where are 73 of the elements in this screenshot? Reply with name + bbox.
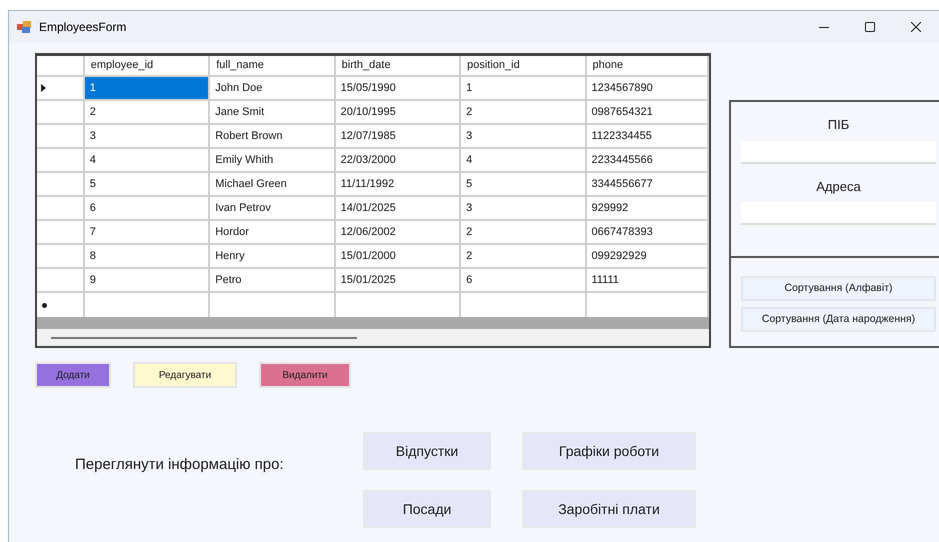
table-cell: 14/01/2025 bbox=[336, 197, 462, 219]
table-cell: 8 bbox=[84, 245, 210, 267]
table-cell: 9 bbox=[84, 269, 210, 291]
info-button[interactable]: Посади bbox=[363, 490, 491, 528]
minimize-icon bbox=[819, 26, 829, 28]
table-cell: 20/10/1995 bbox=[336, 101, 462, 123]
scrollbar-thumb[interactable] bbox=[51, 336, 357, 338]
field-label: Адреса bbox=[816, 178, 861, 196]
table-cell: 0987654321 bbox=[586, 101, 709, 123]
table-cell: 3 bbox=[461, 125, 587, 147]
table-cell: 2 bbox=[461, 101, 587, 123]
table-cell: John Doe bbox=[210, 77, 336, 99]
table-cell: 1234567890 bbox=[586, 77, 709, 99]
table-cell: 6 bbox=[84, 197, 210, 219]
table-cell: Emily Whith bbox=[210, 149, 336, 171]
sort-button[interactable]: Сортування (Алфавіт) bbox=[741, 276, 936, 301]
app-icon bbox=[17, 21, 31, 33]
table-cell: 15/05/1990 bbox=[336, 77, 462, 99]
table-cell: 11111 bbox=[586, 269, 709, 291]
table-cell: 2 bbox=[84, 101, 210, 123]
table-cell: Michael Green bbox=[210, 173, 336, 195]
table-cell: 099292929 bbox=[586, 245, 709, 267]
table-cell: 2 bbox=[461, 221, 587, 243]
table-cell: 1122334455 bbox=[586, 125, 709, 147]
table-cell: 5 bbox=[84, 173, 210, 195]
table-cell: 5 bbox=[461, 173, 587, 195]
table-cell: 12/07/1985 bbox=[336, 125, 462, 147]
column-header[interactable]: employee_id bbox=[84, 56, 210, 75]
field-label: ПІБ bbox=[828, 116, 850, 134]
table-cell: 1 bbox=[461, 77, 587, 99]
info-button[interactable]: Заробітні плати bbox=[522, 490, 696, 528]
table-cell: 15/01/2000 bbox=[336, 245, 462, 267]
text-input[interactable] bbox=[741, 140, 936, 164]
table-cell: 0667478393 bbox=[586, 221, 709, 243]
horizontal-scrollbar[interactable] bbox=[37, 329, 709, 346]
current-row-icon bbox=[41, 84, 46, 92]
column-header[interactable]: phone bbox=[586, 56, 709, 75]
table-cell: 2233445566 bbox=[586, 149, 709, 171]
table-cell: 4 bbox=[84, 149, 210, 171]
table-cell: 6 bbox=[461, 269, 587, 291]
table-cell: 1 bbox=[84, 77, 210, 99]
action-button[interactable]: Видалити bbox=[259, 362, 351, 388]
table-cell: 7 bbox=[84, 221, 210, 243]
sort-button[interactable]: Сортування (Дата народження) bbox=[741, 307, 936, 332]
info-button[interactable]: Графіки роботи bbox=[522, 432, 696, 470]
column-header[interactable]: birth_date bbox=[336, 56, 462, 75]
view-info-label: Переглянути інформацію про: bbox=[75, 455, 285, 475]
table-cell: Hordor bbox=[210, 221, 336, 243]
table-cell: 12/06/2002 bbox=[336, 221, 462, 243]
table-cell: Petro bbox=[210, 269, 336, 291]
table-cell: 15/01/2025 bbox=[336, 269, 462, 291]
table-cell: 929992 bbox=[586, 197, 709, 219]
table-cell: 2 bbox=[461, 245, 587, 267]
table-cell: 3 bbox=[84, 125, 210, 147]
window-title: EmployeesForm bbox=[39, 19, 126, 36]
table-cell: 22/03/2000 bbox=[336, 149, 462, 171]
action-button[interactable]: Додати bbox=[35, 362, 111, 388]
info-button[interactable]: Відпустки bbox=[363, 432, 491, 470]
maximize-icon bbox=[865, 22, 875, 32]
new-row-icon bbox=[42, 302, 47, 308]
table-cell: 3 bbox=[461, 197, 587, 219]
close-icon bbox=[911, 22, 921, 32]
table-cell: 11/11/1992 bbox=[336, 173, 462, 195]
table-cell: Robert Brown bbox=[210, 125, 336, 147]
column-header[interactable]: position_id bbox=[461, 56, 587, 75]
table-cell: 4 bbox=[461, 149, 587, 171]
table-cell: Jane Smit bbox=[210, 101, 336, 123]
table-cell: Ivan Petrov bbox=[210, 197, 336, 219]
table-cell: Henry bbox=[210, 245, 336, 267]
text-input[interactable] bbox=[741, 202, 936, 225]
table-cell: 3344556677 bbox=[586, 173, 709, 195]
action-button[interactable]: Редагувати bbox=[133, 362, 237, 388]
column-header[interactable]: full_name bbox=[210, 56, 336, 75]
